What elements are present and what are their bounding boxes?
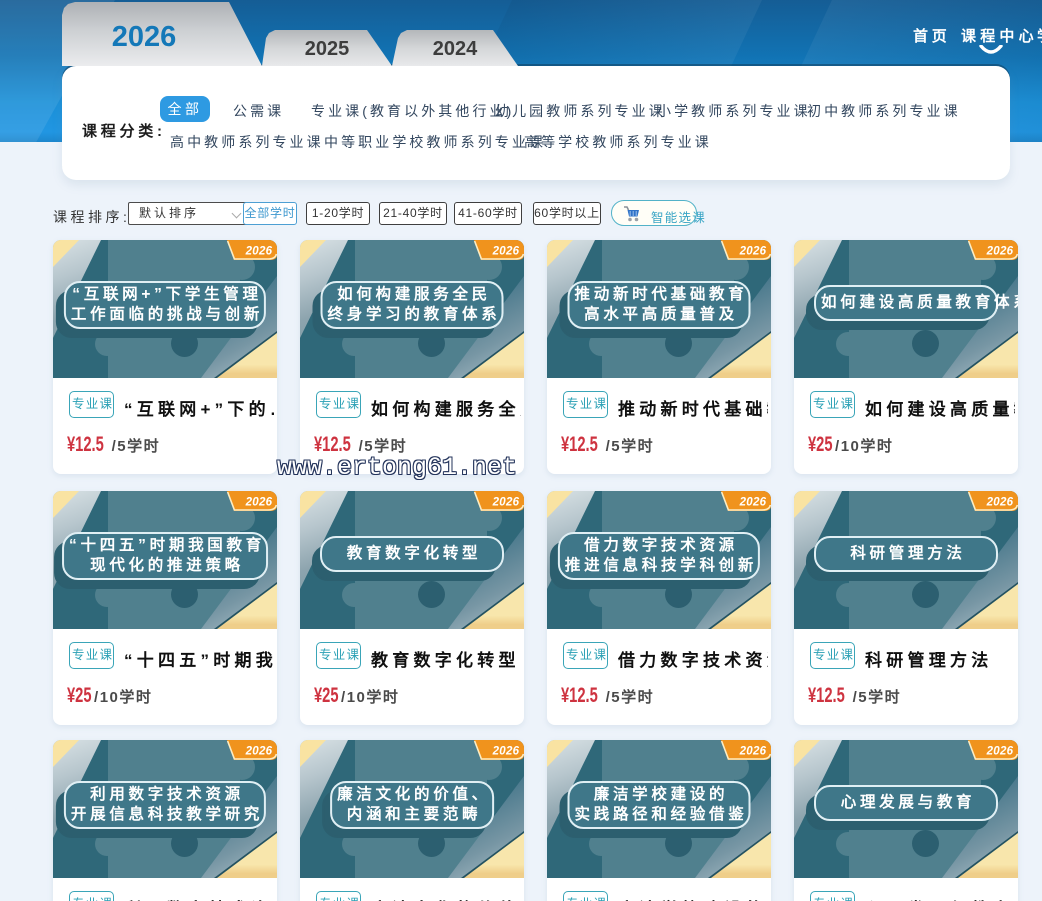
svg-text:2026: 2026 [986,246,1014,258]
svg-text:2026: 2026 [245,497,273,509]
svg-text:2026: 2026 [986,746,1014,758]
svg-text:2026: 2026 [739,246,767,258]
svg-text:2026: 2026 [245,746,273,758]
svg-text:2026: 2026 [492,746,520,758]
svg-text:2026: 2026 [492,497,520,509]
svg-text:2026: 2026 [986,497,1014,509]
svg-text:2026: 2026 [245,246,273,258]
svg-text:2026: 2026 [492,246,520,258]
svg-text:2026: 2026 [739,497,767,509]
svg-text:2026: 2026 [739,746,767,758]
